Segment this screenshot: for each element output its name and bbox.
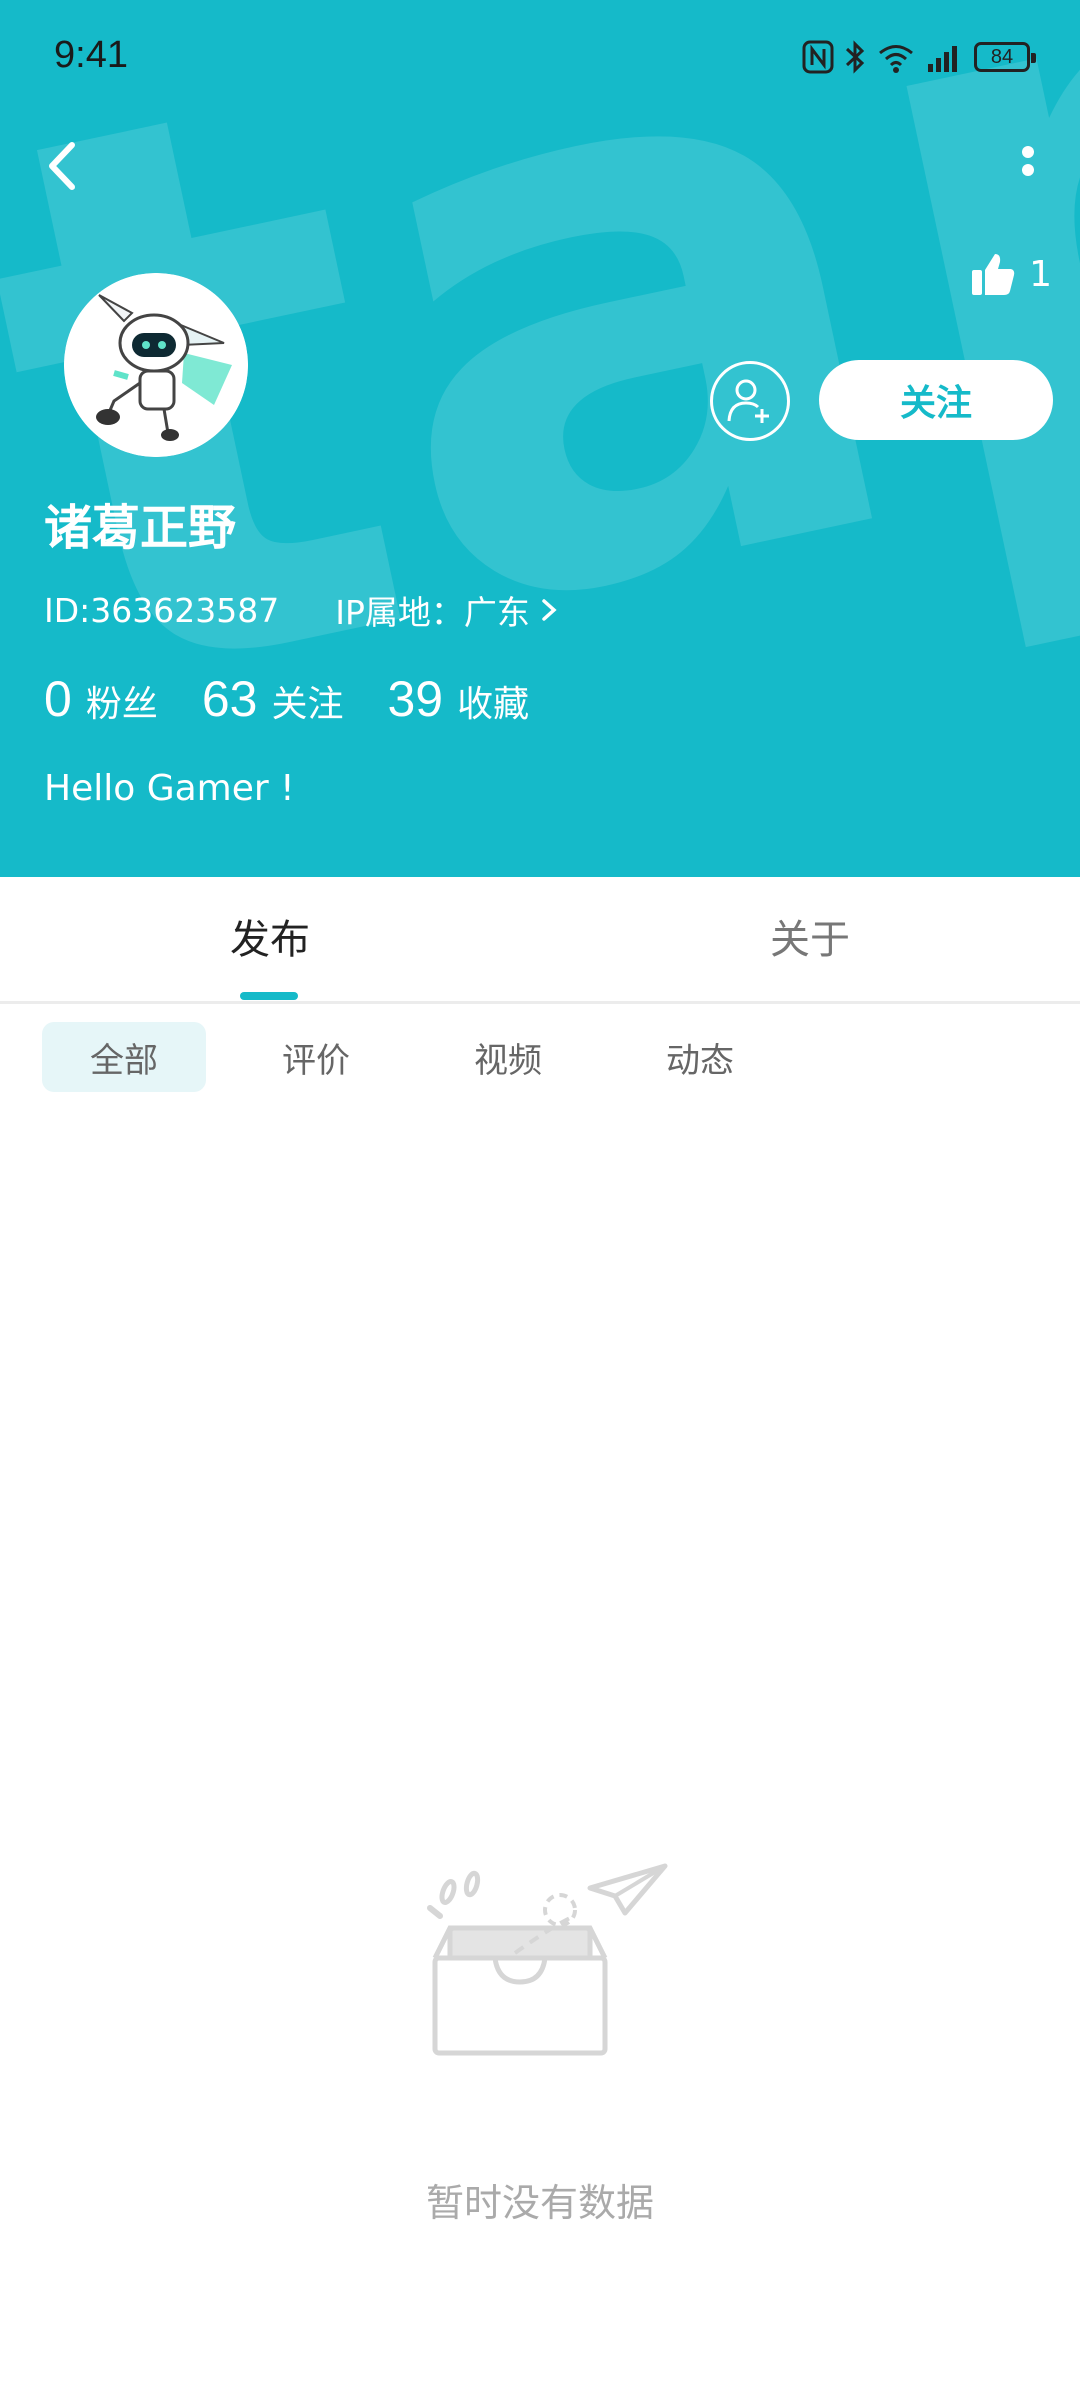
username: 诸葛正野 xyxy=(44,500,237,556)
more-options-button[interactable] xyxy=(1002,140,1054,200)
ip-location-link[interactable]: IP属地：广东 xyxy=(335,586,562,634)
user-bio: Hello Gamer ! xyxy=(44,768,295,809)
ip-location: IP属地：广东 xyxy=(335,593,530,632)
back-button[interactable] xyxy=(38,135,90,197)
nfc-icon xyxy=(802,40,834,74)
add-friend-button[interactable] xyxy=(710,361,790,441)
thumbs-up-icon xyxy=(972,254,1015,295)
favorites-label[interactable]: 收藏 xyxy=(457,675,529,727)
user-meta: ID:363623587 IP属地：广东 xyxy=(44,586,562,634)
user-stats: 0 粉丝 63 关注 39 收藏 xyxy=(44,670,573,728)
chevron-left-icon xyxy=(49,142,75,190)
battery-level: 84 xyxy=(990,45,1014,68)
filter-reviews[interactable]: 评价 xyxy=(234,1022,398,1092)
favorites-count[interactable]: 39 xyxy=(387,670,443,728)
status-icons: 84 xyxy=(802,36,1036,78)
profile-header: tapTap 9:41 84 1 关注 诸葛正野 ID:363623587 IP… xyxy=(0,0,1080,877)
like-button[interactable]: 1 xyxy=(969,250,1052,298)
wifi-icon xyxy=(879,45,913,73)
bluetooth-icon xyxy=(845,40,865,74)
empty-state-text: 暂时没有数据 xyxy=(425,2181,654,2225)
robot-avatar-icon xyxy=(64,273,248,457)
tab-posts[interactable]: 发布 xyxy=(170,907,370,965)
follow-button[interactable]: 关注 xyxy=(819,360,1053,440)
status-bar: 9:41 84 xyxy=(0,0,1080,115)
cellular-signal-icon xyxy=(928,46,957,72)
followers-count[interactable]: 0 xyxy=(44,670,72,728)
empty-inbox-icon xyxy=(427,1863,668,2056)
avatar[interactable] xyxy=(64,273,248,457)
filter-all[interactable]: 全部 xyxy=(42,1022,206,1092)
add-user-icon xyxy=(727,379,769,423)
following-count[interactable]: 63 xyxy=(202,670,258,728)
chevron-right-icon xyxy=(542,599,557,621)
tab-about[interactable]: 关于 xyxy=(710,907,910,965)
followers-label[interactable]: 粉丝 xyxy=(86,675,158,727)
more-vertical-icon xyxy=(1022,146,1034,176)
filter-moments[interactable]: 动态 xyxy=(618,1022,782,1092)
user-id: ID:363623587 xyxy=(44,590,280,630)
battery-indicator: 84 xyxy=(974,42,1036,72)
content-filter: 全部 评价 视频 动态 xyxy=(42,1022,810,1092)
active-tab-indicator xyxy=(240,992,298,1000)
profile-tabs: 发布 关于 xyxy=(0,877,1080,1004)
status-time: 9:41 xyxy=(54,34,128,76)
filter-videos[interactable]: 视频 xyxy=(426,1022,590,1092)
following-label[interactable]: 关注 xyxy=(271,675,343,727)
like-count: 1 xyxy=(1029,253,1052,295)
